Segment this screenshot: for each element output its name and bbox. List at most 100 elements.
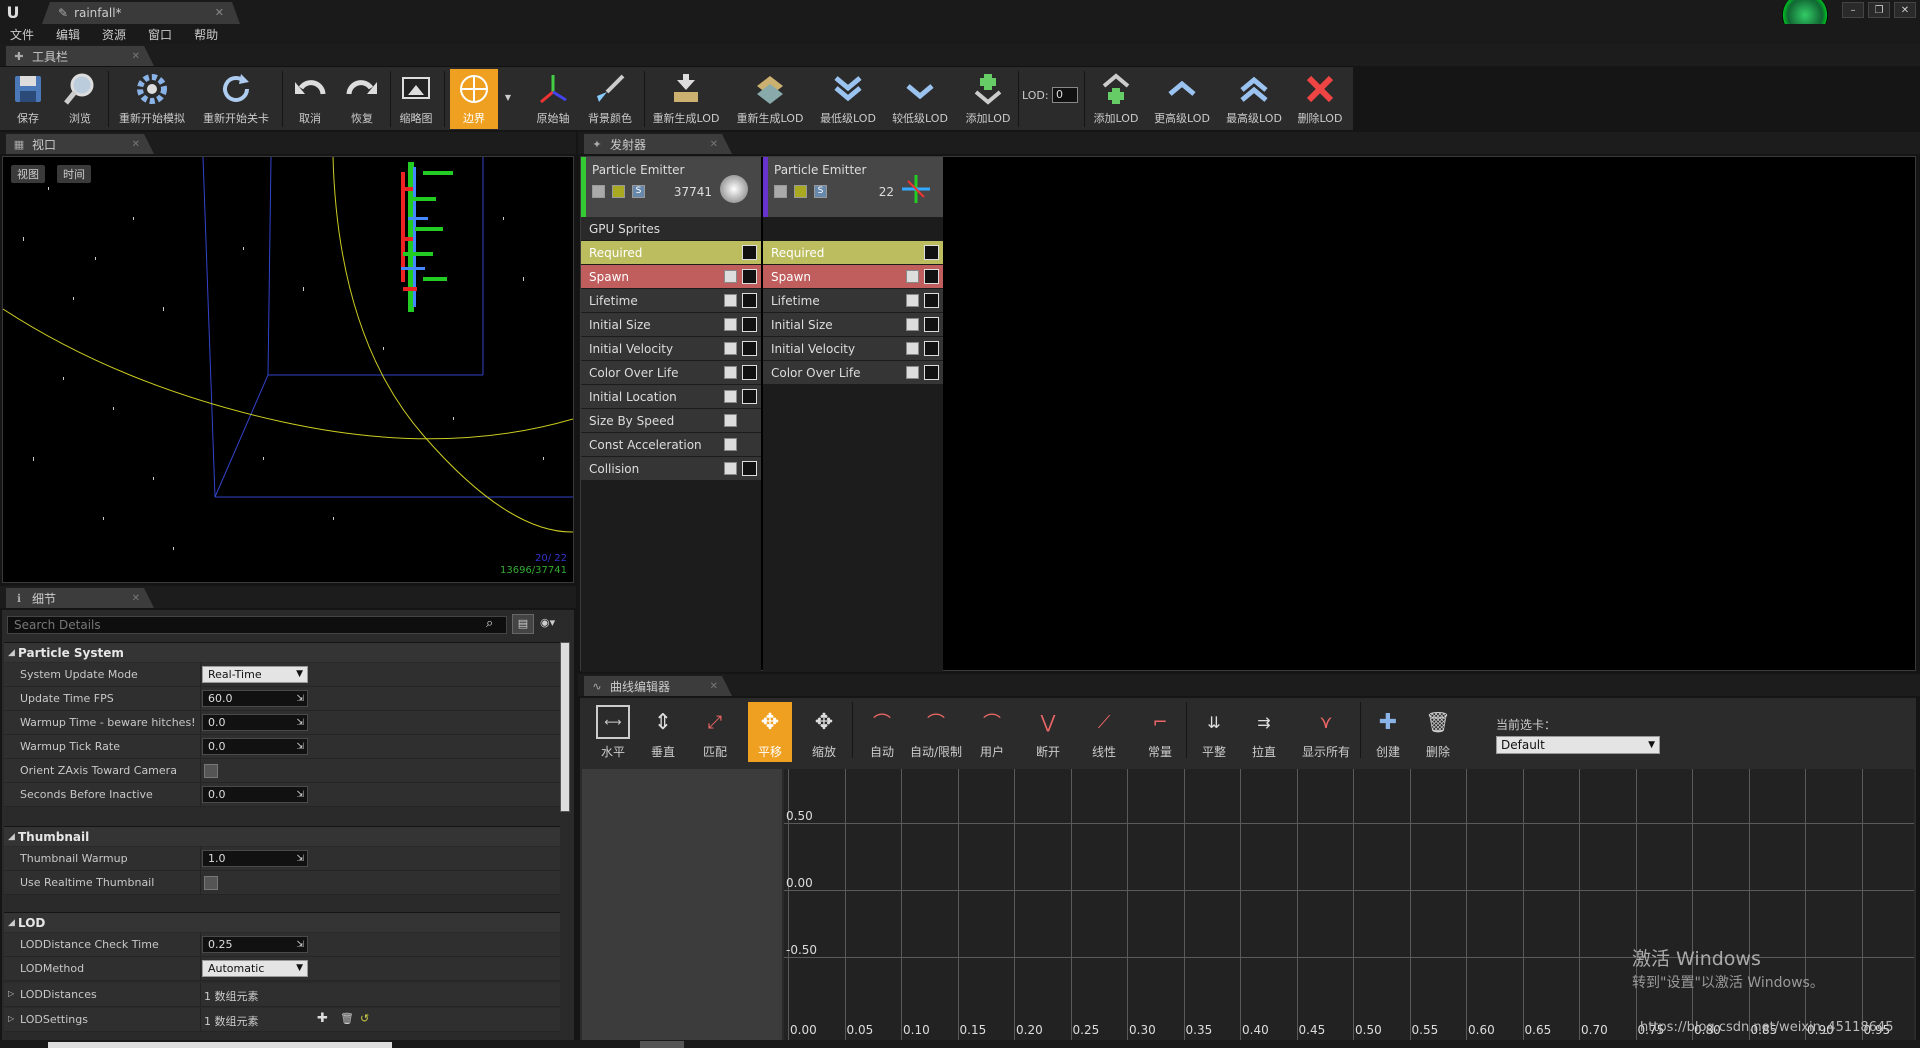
module-lifetime[interactable]: Lifetime <box>763 289 943 313</box>
curve-graph-icon[interactable] <box>742 269 757 284</box>
module-checkbox[interactable] <box>724 270 737 283</box>
module-checkbox[interactable] <box>906 270 919 283</box>
module-initial-location[interactable]: Initial Location <box>581 385 761 409</box>
category-thumbnail[interactable]: ◢ Thumbnail <box>4 826 560 846</box>
module-checkbox[interactable] <box>906 294 919 307</box>
menu-file[interactable]: 文件 <box>10 26 34 43</box>
menu-help[interactable]: 帮助 <box>194 26 218 43</box>
curve-graph-icon[interactable] <box>924 293 939 308</box>
module-checkbox[interactable] <box>724 294 737 307</box>
auto-tangent-button[interactable]: ⌒ 自动 <box>862 702 902 762</box>
document-tab[interactable]: ✎ rainfall* ✕ <box>42 2 240 24</box>
emitter-mode-icon[interactable] <box>794 185 807 198</box>
show-all-button[interactable]: ⋎ 显示所有 <box>1298 702 1354 762</box>
emitters-panel-tab[interactable]: ✦ 发射器 ✕ <box>584 134 732 154</box>
viewport[interactable]: 视图 时间 20/ 22 13696/37741 <box>2 156 574 583</box>
expand-triangle-icon[interactable]: ▷ <box>8 1014 14 1023</box>
time-button[interactable]: 时间 <box>57 165 91 183</box>
curve-plot[interactable]: 0.00 0.05 0.10 0.15 0.20 0.25 0.30 0.35 0.40 0.45… <box>784 769 1914 1040</box>
regen-lod-button-2[interactable]: 重新生成LOD <box>734 69 806 129</box>
straighten-button[interactable]: ⇉ 拉直 <box>1244 702 1284 762</box>
emitter-mode-icon[interactable] <box>612 185 625 198</box>
undo-button[interactable]: 取消 <box>290 69 330 129</box>
update-time-fps-input[interactable]: 60.0 ⇲ <box>202 690 308 707</box>
bg-color-button[interactable]: 背景颜色 <box>584 69 636 129</box>
origin-axis-button[interactable]: 原始轴 <box>530 69 576 129</box>
search-input[interactable]: Search Details <box>7 616 507 634</box>
highest-lod-button[interactable]: 最高级LOD <box>1222 69 1286 129</box>
user-tangent-button[interactable]: ⌒ 用户 <box>972 702 1012 762</box>
warmup-tick-rate-input[interactable]: 0.0 ⇲ <box>202 738 308 755</box>
flatten-button[interactable]: ⇊ 平整 <box>1194 702 1234 762</box>
module-initial-velocity[interactable]: Initial Velocity <box>581 337 761 361</box>
module-checkbox[interactable] <box>724 342 737 355</box>
reset-icon[interactable]: ↺ <box>360 1012 369 1025</box>
restart-level-button[interactable]: 重新开始关卡 <box>198 69 274 129</box>
module-collision[interactable]: Collision <box>581 457 761 481</box>
orient-zaxis-checkbox[interactable] <box>204 764 218 778</box>
regen-lod-button-1[interactable]: 重新生成LOD <box>650 69 722 129</box>
spin-arrows-icon[interactable]: ⇲ <box>296 852 304 867</box>
close-tab-icon[interactable]: ✕ <box>215 6 224 19</box>
view-options-icon[interactable]: ▤ <box>512 614 534 634</box>
module-checkbox[interactable] <box>906 366 919 379</box>
curve-graph-icon[interactable] <box>924 245 939 260</box>
lod-method-dropdown[interactable]: Automatic ▼ <box>202 960 308 977</box>
menu-asset[interactable]: 资源 <box>102 26 126 43</box>
close-panel-icon[interactable]: ✕ <box>132 51 140 62</box>
current-tab-dropdown[interactable]: Default ▼ <box>1496 736 1660 754</box>
view-button[interactable]: 视图 <box>11 165 45 183</box>
eye-icon[interactable]: ◉▾ <box>540 616 555 629</box>
fit-button[interactable]: ⤢ 匹配 <box>694 702 736 762</box>
module-checkbox[interactable] <box>906 318 919 331</box>
delete-tab-button[interactable]: 🗑 删除 <box>1418 702 1458 762</box>
curve-list[interactable] <box>582 769 782 1040</box>
module-checkbox[interactable] <box>724 390 737 403</box>
curve-graph-icon[interactable] <box>742 317 757 332</box>
higher-lod-button[interactable]: 更高级LOD <box>1150 69 1214 129</box>
curve-graph-icon[interactable] <box>742 389 757 404</box>
category-lod[interactable]: ◢ LOD <box>4 912 560 932</box>
pan-button[interactable]: ✥ 平移 <box>748 702 792 762</box>
restart-sim-button[interactable]: 重新开始模拟 <box>114 69 190 129</box>
emitter-header[interactable]: Particle Emitter S 22 <box>763 157 943 217</box>
delete-lod-button[interactable]: 删除LOD <box>1292 69 1348 129</box>
module-checkbox[interactable] <box>724 414 737 427</box>
close-window-icon[interactable]: ✕ <box>1894 2 1916 18</box>
menu-window[interactable]: 窗口 <box>148 26 172 43</box>
close-panel-icon[interactable]: ✕ <box>132 139 140 150</box>
module-color-over-life[interactable]: Color Over Life <box>763 361 943 385</box>
curve-graph-icon[interactable] <box>924 269 939 284</box>
add-lod-button-2[interactable]: 添加LOD <box>1090 69 1142 129</box>
auto-clamp-button[interactable]: ⌒ 自动/限制 <box>906 702 966 762</box>
emitters-panel[interactable]: Particle Emitter S 37741 GPU Sprites Req… <box>580 156 1916 672</box>
break-tangent-button[interactable]: ⋁ 断开 <box>1028 702 1068 762</box>
module-const-acceleration[interactable]: Const Acceleration <box>581 433 761 457</box>
module-color-over-life[interactable]: Color Over Life <box>581 361 761 385</box>
curve-editor-panel-tab[interactable]: ∿ 曲线编辑器 ✕ <box>584 676 732 696</box>
viewport-panel-tab[interactable]: ▦ 视口 ✕ <box>6 134 154 154</box>
seconds-before-inactive-input[interactable]: 0.0 ⇲ <box>202 786 308 803</box>
system-update-mode-dropdown[interactable]: Real-Time ▼ <box>202 666 308 683</box>
module-required[interactable]: Required <box>581 241 761 265</box>
bounds-dropdown[interactable]: ▼ <box>502 69 514 129</box>
emitter-header[interactable]: Particle Emitter S 37741 <box>581 157 761 217</box>
lod-input[interactable]: 0 <box>1052 87 1078 103</box>
module-initial-size[interactable]: Initial Size <box>763 313 943 337</box>
module-checkbox[interactable] <box>724 318 737 331</box>
curve-graph-icon[interactable] <box>742 461 757 476</box>
warmup-time-input[interactable]: 0.0 ⇲ <box>202 714 308 731</box>
curve-graph-icon[interactable] <box>742 293 757 308</box>
module-required[interactable]: Required <box>763 241 943 265</box>
spin-arrows-icon[interactable]: ⇲ <box>296 692 304 707</box>
module-checkbox[interactable] <box>906 342 919 355</box>
spin-arrows-icon[interactable]: ⇲ <box>296 788 304 803</box>
bounds-button[interactable]: 边界 <box>450 69 498 129</box>
toolbar-panel-tab[interactable]: ✚ 工具栏 ✕ <box>6 46 154 66</box>
menu-edit[interactable]: 编辑 <box>56 26 80 43</box>
lod-distance-check-time-input[interactable]: 0.25 ⇲ <box>202 936 308 953</box>
curve-graph-icon[interactable] <box>742 341 757 356</box>
lower-lod-button[interactable]: 较低级LOD <box>888 69 952 129</box>
close-panel-icon[interactable]: ✕ <box>710 139 718 150</box>
add-element-icon[interactable]: ✚ <box>317 1011 328 1026</box>
